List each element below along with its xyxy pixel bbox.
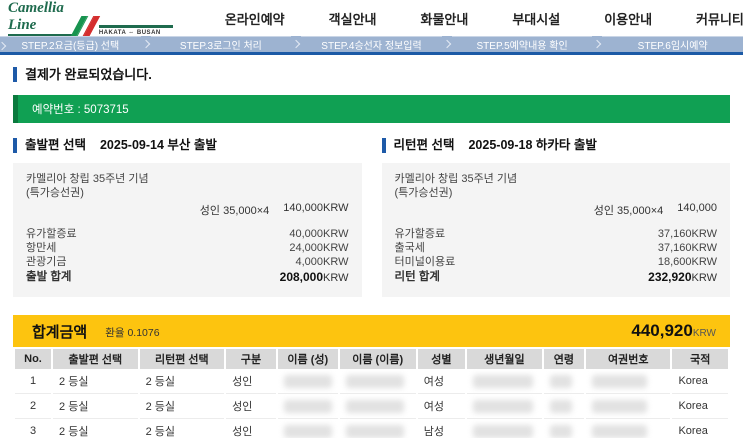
redacted-lastname	[278, 419, 338, 438]
col-header-no: No.	[15, 349, 52, 369]
redacted-age	[543, 369, 584, 394]
outbound-title: 출발편 선택 2025-09-14 부산 출발	[13, 138, 362, 153]
col-header-birthdate: 생년월일	[466, 349, 542, 369]
fare-amount: 140,000	[677, 202, 717, 214]
return-fare-panel: 카멜리아 창립 35주년 기념 (특가승선권) 성인 35,000×4 140,…	[381, 163, 730, 297]
col-header-age: 연령	[543, 349, 584, 369]
fare-name-line2: (특가승선권)	[26, 187, 84, 199]
table-header-row: No. 출발편 선택 리턴편 선택 구분 이름 (성) 이름 (이름) 성별 생…	[15, 349, 728, 369]
camellia-line-logo[interactable]: Camellia Line HAKATA ⇔ BUSAN	[8, 0, 173, 36]
nav-item-usage-info[interactable]: 이용안내	[604, 9, 652, 28]
fee-row: 터미널이용료 18,600KRW	[394, 256, 718, 268]
currency-unit: KRW	[692, 328, 716, 339]
redacted-passport	[585, 394, 671, 419]
reservation-number-banner: 예약번호 : 5073715	[13, 95, 730, 123]
return-title-label: 리턴편 선택	[393, 138, 455, 152]
redacted-age	[543, 394, 584, 419]
logo-wordmark: Camellia Line	[8, 0, 74, 36]
logo-underline	[98, 25, 173, 28]
table-row: 2 2 등실 2 등실 성인 여성 Korea	[15, 394, 728, 419]
redacted-birthdate	[466, 369, 542, 394]
fee-row: 관광기금 4,000KRW	[26, 256, 349, 268]
nav-item-cabin-info[interactable]: 객실안내	[329, 9, 377, 28]
col-header-return: 리턴편 선택	[139, 349, 225, 369]
col-header-firstname: 이름 (이름)	[339, 349, 416, 369]
logo-route-text: HAKATA ⇔ BUSAN	[98, 25, 173, 36]
outbound-title-label: 출발편 선택	[25, 138, 86, 152]
redacted-firstname	[340, 419, 416, 438]
outbound-section: 출발편 선택 2025-09-14 부산 출발 카멜리아 창립 35주년 기념 …	[13, 138, 362, 297]
nav-item-facilities[interactable]: 부대시설	[512, 9, 560, 28]
redacted-firstname	[339, 369, 416, 394]
step-4-passenger-info: STEP.4승선자 정보입력	[301, 36, 442, 52]
reservation-number: 예약번호 : 5073715	[32, 104, 129, 116]
return-total-row: 리턴 합계 232,920KRW	[394, 270, 718, 284]
redacted-birthdate	[466, 394, 542, 419]
main-nav: 온라인예약 객실안내 화물안내 부대시설 이용안내 커뮤니티	[225, 9, 743, 28]
return-title: 리턴편 선택 2025-09-18 하카타 출발	[381, 138, 731, 153]
return-section: 리턴편 선택 2025-09-18 하카타 출발 카멜리아 창립 35주년 기념…	[381, 138, 731, 297]
table-row: 3 2 등실 2 등실 성인 남성 Korea	[15, 419, 728, 438]
grand-total-amount: 440,920KRW	[631, 321, 716, 340]
exchange-rate: 환율 0.1076	[105, 327, 160, 339]
grand-total-label: 합계금액	[32, 323, 88, 341]
step-3-login: STEP.3로그인 처리	[150, 36, 292, 52]
fare-calc: 성인 35,000×4	[199, 205, 270, 217]
fee-row: 유가할증료 37,160KRW	[394, 228, 718, 240]
table-row: 1 2 등실 2 등실 성인 여성 Korea	[15, 369, 728, 394]
col-header-gender: 성별	[417, 349, 465, 369]
step-progress-bar: STEP.2요금(등급) 선택 STEP.3로그인 처리 STEP.4승선자 정…	[0, 36, 743, 55]
return-total-value: 232,920	[648, 270, 692, 284]
redacted-passport	[586, 419, 671, 438]
return-date: 2025-09-18 하카타 출발	[468, 138, 597, 152]
fare-name-line1: 카멜리아 창립 35주년 기념	[394, 173, 518, 185]
nav-item-cargo-info[interactable]: 화물안내	[421, 9, 469, 28]
col-header-outbound: 출발편 선택	[53, 349, 138, 369]
passenger-table: No. 출발편 선택 리턴편 선택 구분 이름 (성) 이름 (이름) 성별 생…	[13, 349, 730, 438]
main-content: 결제가 완료되었습니다. 예약번호 : 5073715 출발편 선택 2025-…	[0, 67, 743, 438]
step-5-confirm: STEP.5예약내용 확인	[451, 36, 593, 52]
col-header-nationality: 국적	[672, 349, 728, 369]
nav-item-online-reservation[interactable]: 온라인예약	[225, 9, 285, 28]
redacted-lastname	[277, 394, 338, 419]
col-header-passport: 여권번호	[585, 349, 671, 369]
nav-item-community[interactable]: 커뮤니티	[696, 9, 743, 28]
outbound-total-value: 208,000	[279, 270, 324, 284]
col-header-lastname: 이름 (성)	[277, 349, 338, 369]
fee-row: 항만세 24,000KRW	[26, 242, 349, 254]
redacted-age	[544, 419, 584, 438]
chevron-right-icon	[593, 39, 602, 49]
logo-flag-stripes-icon	[70, 16, 101, 36]
redacted-firstname	[339, 394, 416, 419]
step-2-fare-selection: STEP.2요금(등급) 선택	[0, 36, 141, 52]
fee-row: 유가할증료 40,000KRW	[26, 228, 349, 240]
fare-name-line1: 카멜리아 창립 35주년 기념	[26, 173, 149, 185]
outbound-fare-panel: 카멜리아 창립 35주년 기념 (특가승선권) 성인 35,000×4 140,…	[13, 163, 362, 297]
chevron-right-icon	[442, 39, 452, 49]
page-title: 결제가 완료되었습니다.	[13, 67, 730, 82]
redacted-passport	[585, 369, 671, 394]
redacted-lastname	[277, 369, 338, 394]
fare-name-line2: (특가승선권)	[394, 187, 453, 199]
redacted-birthdate	[467, 419, 542, 438]
fare-amount: 140,000KRW	[283, 202, 349, 214]
grand-total-bar: 합계금액 환율 0.1076 440,920KRW	[13, 315, 730, 347]
chevron-right-icon	[141, 39, 150, 49]
chevron-right-icon	[291, 39, 301, 49]
step-6-temp-reservation: STEP.6임시예약	[602, 36, 743, 52]
site-header: Camellia Line HAKATA ⇔ BUSAN 온라인예약 객실안내 …	[0, 0, 743, 36]
outbound-total-row: 출발 합계 208,000KRW	[26, 270, 349, 284]
fare-calc: 성인 35,000×4	[593, 205, 664, 217]
outbound-date: 2025-09-14 부산 출발	[99, 138, 217, 152]
fee-row: 출국세 37,160KRW	[394, 242, 718, 254]
col-header-type: 구분	[226, 349, 276, 369]
